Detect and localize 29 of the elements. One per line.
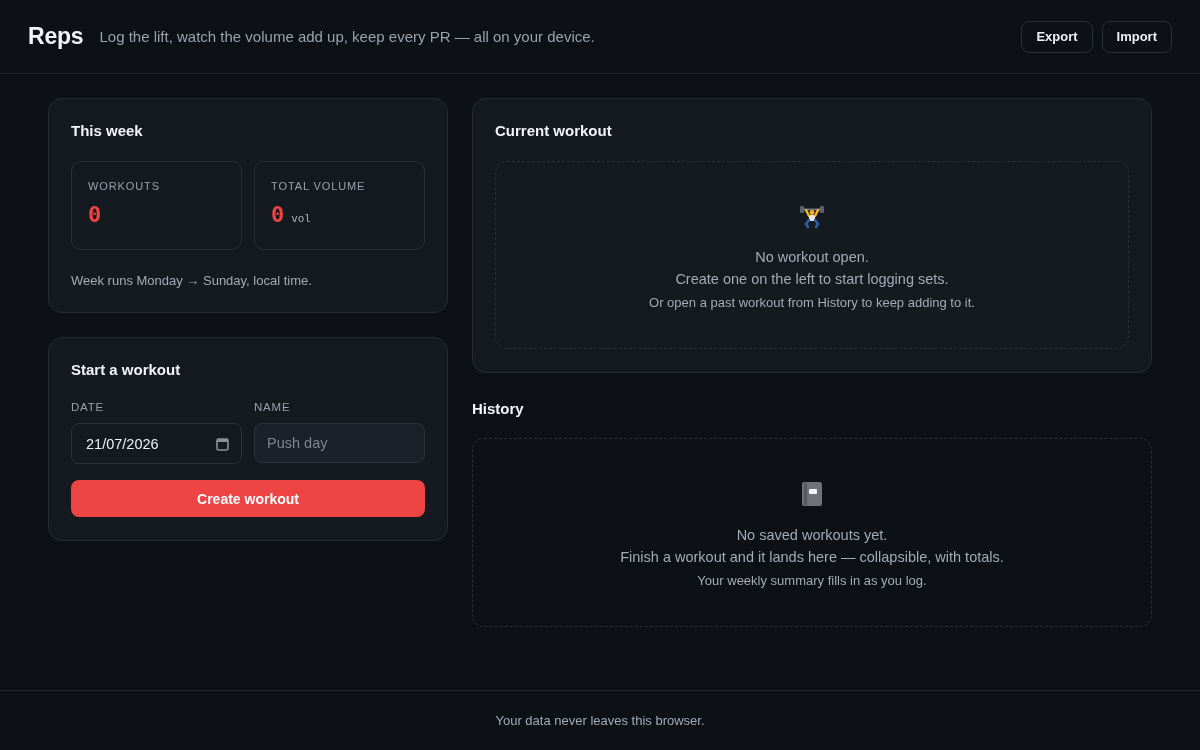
card-title: This week bbox=[71, 121, 144, 141]
date-field[interactable]: 21/07/2026 bbox=[71, 423, 242, 464]
field-label: NAME bbox=[254, 400, 292, 414]
empty-message: No workout open. bbox=[755, 248, 869, 267]
field-label: DATE bbox=[71, 400, 106, 414]
notebook-icon bbox=[801, 480, 823, 507]
app-logo: Reps bbox=[28, 23, 84, 50]
stat-label: WORKOUTS bbox=[88, 179, 161, 193]
stat-value: 0 bbox=[271, 202, 285, 227]
footer-text: Your data never leaves this browser. bbox=[495, 713, 705, 728]
card-title: Start a workout bbox=[71, 360, 182, 380]
stat-unit: vol bbox=[291, 212, 312, 225]
calendar-icon bbox=[216, 436, 229, 451]
header-button[interactable]: Export bbox=[1021, 20, 1093, 53]
stat-value: 0 bbox=[88, 202, 102, 227]
weightlifter-icon bbox=[799, 203, 825, 229]
create-workout-button[interactable]: Create workout bbox=[71, 480, 425, 517]
tagline: Log the lift, watch the volume add up, keep every PR — all on your device. bbox=[99, 28, 595, 45]
empty-message: No saved workouts yet. bbox=[736, 525, 888, 545]
empty-hint: Your weekly summary fills in as you log. bbox=[697, 571, 927, 589]
header-button[interactable]: Import bbox=[1101, 20, 1172, 53]
stat-label: TOTAL VOLUME bbox=[271, 179, 367, 193]
week-note: Week runs Monday → Sunday, local time. bbox=[71, 273, 313, 289]
empty-hint: Or open a past workout from History to keep adding to it. bbox=[649, 294, 975, 311]
empty-message: Create one on the left to start logging sets. bbox=[675, 270, 949, 289]
empty-message: Finish a workout and it lands here — collapsible, with totals. bbox=[620, 547, 1004, 567]
name-field[interactable]: Push day bbox=[254, 423, 425, 463]
card-title: Current workout bbox=[495, 121, 613, 141]
section-title: History bbox=[472, 399, 524, 419]
